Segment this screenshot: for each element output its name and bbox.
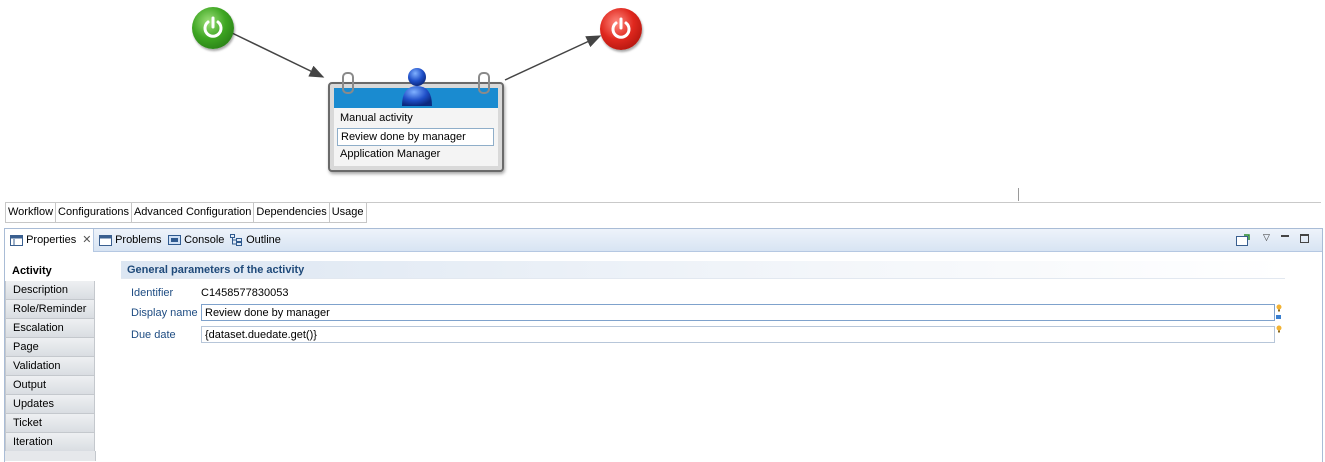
translate-icon[interactable]	[1276, 313, 1282, 321]
tab-advanced-configuration[interactable]: Advanced Configuration	[130, 203, 255, 223]
tab-properties-label: Properties	[26, 234, 77, 246]
activity-role-label: Application Manager	[340, 148, 441, 160]
section-title: General parameters of the activity	[121, 261, 1285, 279]
side-item-description[interactable]: Description	[5, 281, 95, 300]
side-item-output[interactable]: Output	[5, 376, 95, 395]
tab-configurations[interactable]: Configurations	[55, 203, 132, 223]
power-on-icon	[203, 16, 223, 38]
tab-console[interactable]: Console	[168, 229, 224, 251]
tab-outline-label: Outline	[246, 234, 281, 246]
side-item-role-reminder[interactable]: Role/Reminder	[5, 300, 95, 319]
editor-tabs: Workflow Configurations Advanced Configu…	[5, 203, 367, 223]
tab-workflow[interactable]: Workflow	[5, 203, 57, 223]
due-date-input[interactable]: {dataset.duedate.get()}	[201, 326, 1275, 343]
side-item-ticket[interactable]: Ticket	[5, 414, 95, 433]
side-item-validation[interactable]: Validation	[5, 357, 95, 376]
start-node[interactable]	[192, 7, 234, 49]
activity-body: Manual activity Review done by manager A…	[334, 108, 498, 166]
tab-problems-label: Problems	[115, 234, 162, 246]
end-node[interactable]	[600, 8, 642, 50]
pin-view-icon[interactable]	[1236, 234, 1250, 246]
identifier-value: C1458577830053	[201, 287, 289, 299]
problems-icon	[99, 234, 112, 246]
side-item-activity[interactable]: Activity	[5, 262, 95, 281]
user-icon	[402, 68, 432, 106]
display-name-label: Display name	[131, 307, 198, 319]
side-item-page[interactable]: Page	[5, 338, 95, 357]
tab-properties[interactable]: Properties ✕	[5, 229, 94, 252]
manual-activity-node[interactable]: Manual activity Review done by manager A…	[328, 68, 504, 172]
canvas-divider	[1018, 188, 1019, 201]
maximize-icon[interactable]	[1300, 234, 1309, 243]
ring-right-icon	[478, 72, 490, 94]
minimize-icon[interactable]	[1281, 235, 1289, 237]
ring-left-icon	[342, 72, 354, 94]
side-nav-filler	[5, 451, 96, 461]
activity-type-label: Manual activity	[340, 112, 413, 124]
console-icon	[168, 234, 181, 245]
transition-activity-to-end	[504, 35, 602, 81]
transition-start-to-activity	[231, 32, 325, 78]
activity-name-field[interactable]: Review done by manager	[337, 128, 494, 146]
tab-dependencies[interactable]: Dependencies	[253, 203, 330, 223]
outline-icon	[230, 234, 242, 247]
tab-console-label: Console	[184, 234, 225, 246]
power-off-icon	[611, 17, 631, 39]
identifier-label: Identifier	[131, 287, 174, 299]
side-item-updates[interactable]: Updates	[5, 395, 95, 414]
hint-bulb-icon[interactable]	[1276, 304, 1282, 312]
tab-problems[interactable]: Problems	[99, 229, 162, 251]
close-icon[interactable]: ✕	[82, 234, 91, 246]
tab-usage[interactable]: Usage	[328, 203, 367, 223]
side-item-iteration[interactable]: Iteration	[5, 433, 95, 452]
side-item-escalation[interactable]: Escalation	[5, 319, 95, 338]
tab-outline[interactable]: Outline	[230, 229, 281, 251]
properties-side-nav: Activity Description Role/Reminder Escal…	[5, 262, 95, 452]
display-name-input[interactable]: Review done by manager	[201, 304, 1275, 321]
hint-bulb-icon[interactable]	[1276, 325, 1282, 333]
panel-toolbar: Properties ✕ Problems Console Outline ▽	[5, 229, 1322, 252]
properties-icon	[10, 234, 23, 246]
due-date-label: Due date	[131, 329, 176, 341]
workflow-canvas[interactable]: Manual activity Review done by manager A…	[0, 0, 1325, 201]
view-menu-icon[interactable]: ▽	[1263, 232, 1270, 243]
